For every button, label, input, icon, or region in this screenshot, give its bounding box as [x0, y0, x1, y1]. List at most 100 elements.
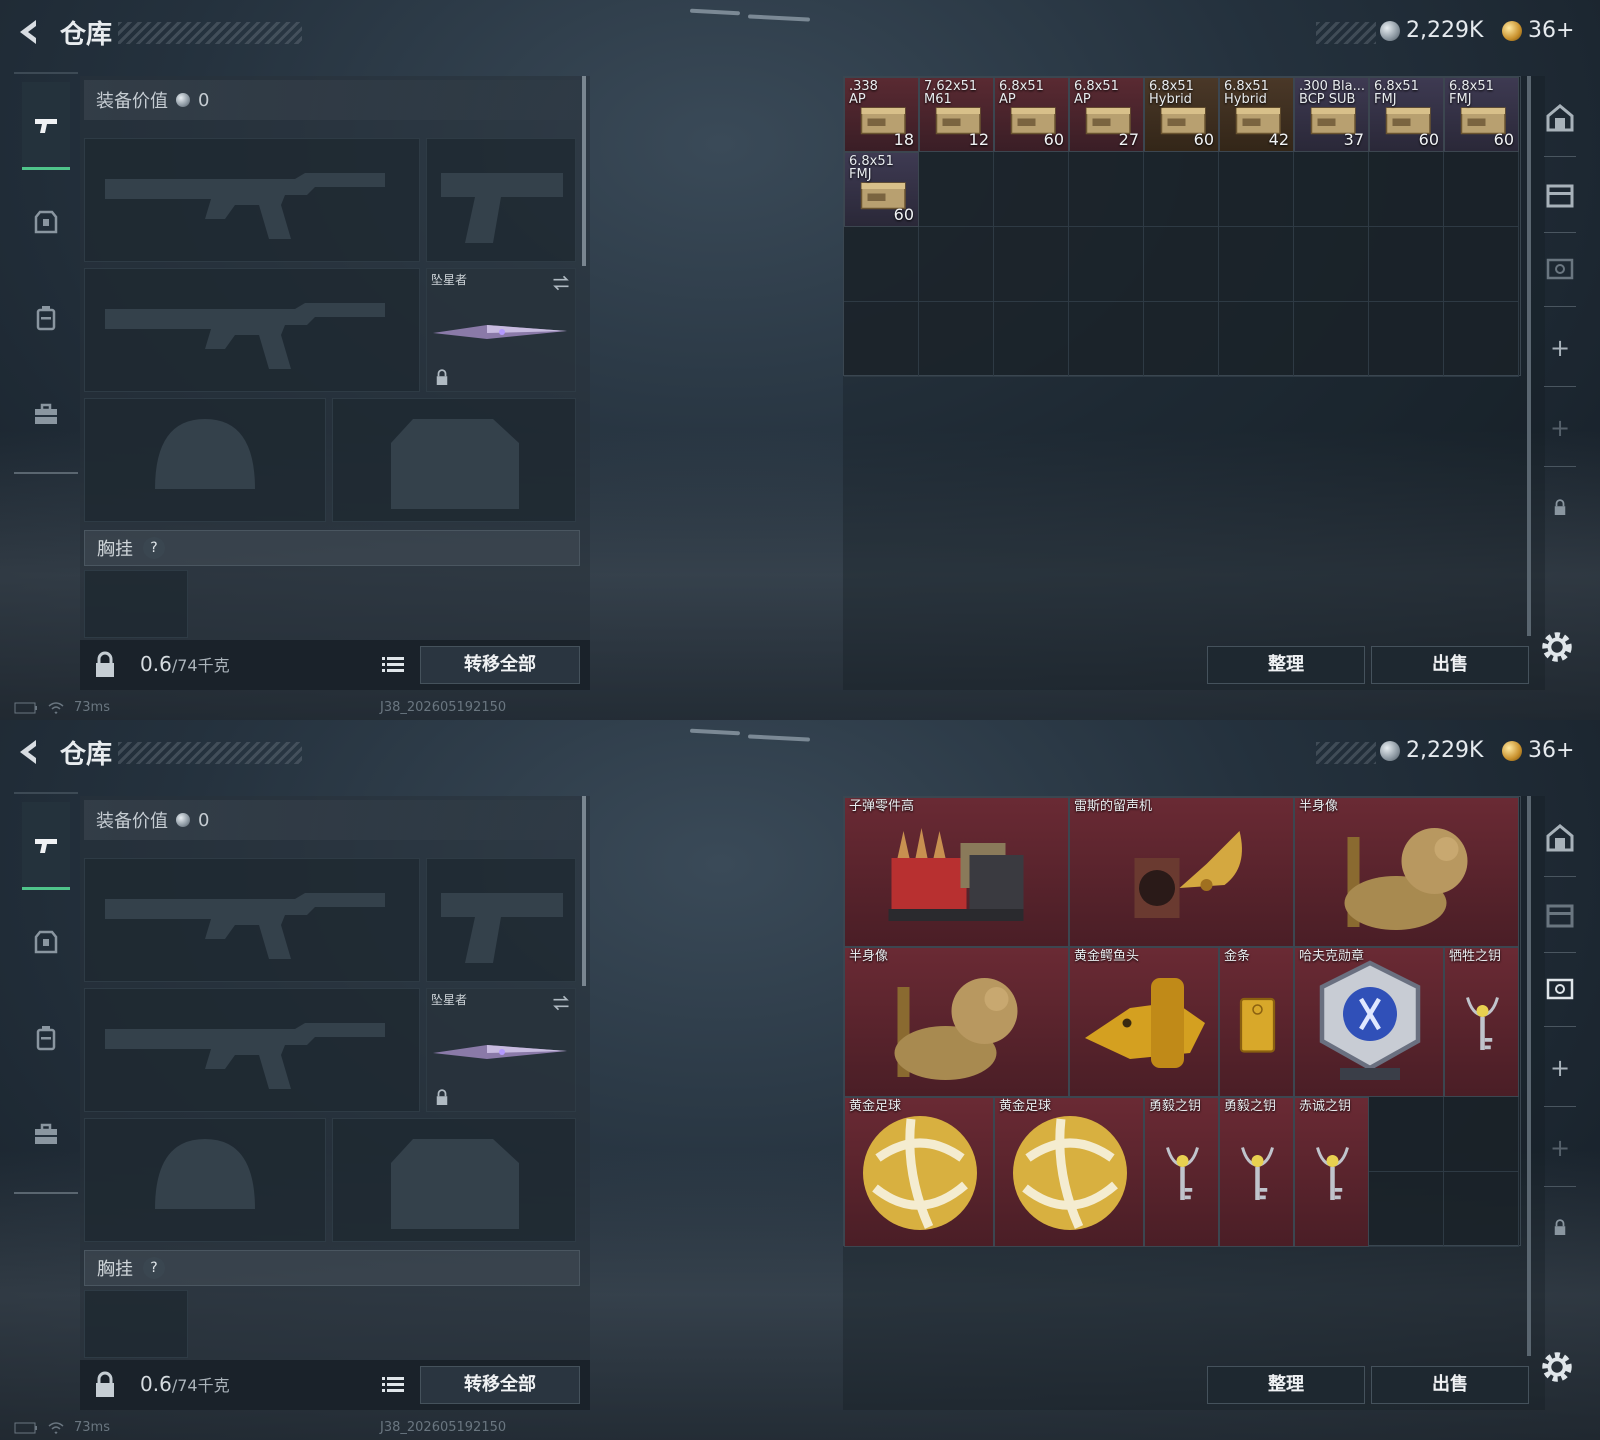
nav-weapons[interactable]: [22, 802, 70, 890]
secondary-weapon-slot[interactable]: [84, 988, 420, 1112]
primary-weapon-slot[interactable]: [84, 858, 420, 982]
swap-icon[interactable]: [551, 993, 571, 1013]
inventory-item[interactable]: 6.8x51 AP 60: [994, 77, 1069, 152]
inventory-item[interactable]: 6.8x51 FMJ 60: [844, 152, 919, 227]
nav-armor[interactable]: [22, 898, 70, 986]
grid-cell[interactable]: [1294, 227, 1369, 302]
grid-cell[interactable]: [1444, 1097, 1519, 1172]
transfer-all-button[interactable]: 转移全部: [420, 1366, 580, 1404]
inventory-item[interactable]: 子弹零件高: [844, 797, 1069, 947]
inventory-item[interactable]: 6.8x51 FMJ 60: [1369, 77, 1444, 152]
sidearm-slot[interactable]: [426, 858, 576, 982]
inventory-item[interactable]: 哈夫克勋章: [1294, 947, 1444, 1097]
secondary-weapon-slot[interactable]: [84, 268, 420, 392]
add-tab-plus-icon[interactable]: +: [1540, 408, 1580, 448]
equipment-scrollbar[interactable]: [582, 76, 586, 266]
grid-cell[interactable]: [994, 152, 1069, 227]
sort-button[interactable]: 整理: [1207, 646, 1365, 684]
grid-cell[interactable]: [919, 302, 994, 377]
sell-button[interactable]: 出售: [1371, 1366, 1529, 1404]
nav-items[interactable]: [22, 370, 70, 458]
inventory-item[interactable]: 雷斯的留声机: [1069, 797, 1294, 947]
grid-cell[interactable]: [1444, 302, 1519, 377]
list-view-icon[interactable]: [378, 650, 408, 680]
inventory-item[interactable]: 金条: [1219, 947, 1294, 1097]
inventory-item[interactable]: 6.8x51 Hybrid 60: [1144, 77, 1219, 152]
inventory-item[interactable]: 半身像: [844, 947, 1069, 1097]
back-button[interactable]: [14, 736, 46, 768]
swap-icon[interactable]: [551, 273, 571, 293]
inventory-item[interactable]: 6.8x51 AP 27: [1069, 77, 1144, 152]
inventory-item[interactable]: .338 AP 18: [844, 77, 919, 152]
melee-slot[interactable]: 坠星者: [426, 988, 576, 1112]
grid-cell[interactable]: [1219, 227, 1294, 302]
grid-cell[interactable]: [994, 302, 1069, 377]
inventory-item[interactable]: 勇毅之钥: [1144, 1097, 1219, 1247]
inventory-item[interactable]: 勇毅之钥: [1219, 1097, 1294, 1247]
sort-button[interactable]: 整理: [1207, 1366, 1365, 1404]
help-icon[interactable]: ?: [143, 1257, 165, 1279]
tab-case[interactable]: [1540, 894, 1580, 934]
inventory-item[interactable]: 黄金足球: [844, 1097, 994, 1247]
chest-rig-slot[interactable]: [84, 570, 188, 638]
grid-cell[interactable]: [1144, 152, 1219, 227]
grid-cell[interactable]: [1444, 152, 1519, 227]
grid-cell[interactable]: [994, 227, 1069, 302]
grid-cell[interactable]: [1144, 302, 1219, 377]
grid-cell[interactable]: [1294, 302, 1369, 377]
grid-cell[interactable]: [1369, 302, 1444, 377]
tab-warehouse[interactable]: [1540, 98, 1580, 138]
nav-weapons[interactable]: [22, 82, 70, 170]
grid-cell[interactable]: [1369, 227, 1444, 302]
sidearm-slot[interactable]: [426, 138, 576, 262]
grid-cell[interactable]: [1144, 227, 1219, 302]
grid-cell[interactable]: [1294, 152, 1369, 227]
grid-cell[interactable]: [1219, 302, 1294, 377]
inventory-item[interactable]: 黄金鳄鱼头: [1069, 947, 1219, 1097]
gold-currency[interactable]: 36+: [1502, 18, 1574, 43]
tab-safe[interactable]: [1540, 968, 1580, 1008]
grid-cell[interactable]: [1444, 227, 1519, 302]
add-tab-plus-icon[interactable]: +: [1540, 1048, 1580, 1088]
grid-cell[interactable]: [844, 227, 919, 302]
helmet-slot[interactable]: [84, 1118, 326, 1242]
inventory-item[interactable]: 赤诚之钥: [1294, 1097, 1369, 1247]
help-icon[interactable]: ?: [143, 537, 165, 559]
chest-rig-slot[interactable]: [84, 1290, 188, 1358]
body-armor-slot[interactable]: [332, 398, 576, 522]
padlock-icon[interactable]: [90, 1370, 120, 1400]
inventory-item[interactable]: 黄金足球: [994, 1097, 1144, 1247]
nav-armor[interactable]: [22, 178, 70, 266]
tab-safe[interactable]: [1540, 248, 1580, 288]
grid-cell[interactable]: [1369, 1097, 1444, 1172]
settings-gear-icon[interactable]: [1538, 628, 1576, 666]
nav-items[interactable]: [22, 1090, 70, 1178]
melee-slot[interactable]: 坠星者: [426, 268, 576, 392]
inventory-item[interactable]: 牺牲之钥: [1444, 947, 1519, 1097]
settings-gear-icon[interactable]: [1538, 1348, 1576, 1386]
padlock-icon[interactable]: [90, 650, 120, 680]
tab-warehouse[interactable]: [1540, 818, 1580, 858]
grid-cell[interactable]: [844, 302, 919, 377]
inventory-item[interactable]: .300 Bla... BCP SUB 37: [1294, 77, 1369, 152]
inventory-item[interactable]: 6.8x51 Hybrid 42: [1219, 77, 1294, 152]
tab-case[interactable]: [1540, 174, 1580, 214]
grid-cell[interactable]: [919, 227, 994, 302]
nav-backpack[interactable]: [22, 274, 70, 362]
grid-cell[interactable]: [1444, 1172, 1519, 1247]
grid-cell[interactable]: [1069, 227, 1144, 302]
sell-button[interactable]: 出售: [1371, 646, 1529, 684]
primary-weapon-slot[interactable]: [84, 138, 420, 262]
storage-scrollbar[interactable]: [1527, 796, 1531, 1356]
add-tab-plus-icon[interactable]: +: [1540, 328, 1580, 368]
add-tab-plus-icon[interactable]: +: [1540, 1128, 1580, 1168]
back-button[interactable]: [14, 16, 46, 48]
inventory-item[interactable]: 半身像: [1294, 797, 1519, 947]
inventory-item[interactable]: 6.8x51 FMJ 60: [1444, 77, 1519, 152]
grid-cell[interactable]: [1069, 152, 1144, 227]
grid-cell[interactable]: [919, 152, 994, 227]
transfer-all-button[interactable]: 转移全部: [420, 646, 580, 684]
grid-cell[interactable]: [1369, 152, 1444, 227]
inventory-item[interactable]: 7.62x51 M61 12: [919, 77, 994, 152]
grid-cell[interactable]: [1069, 302, 1144, 377]
